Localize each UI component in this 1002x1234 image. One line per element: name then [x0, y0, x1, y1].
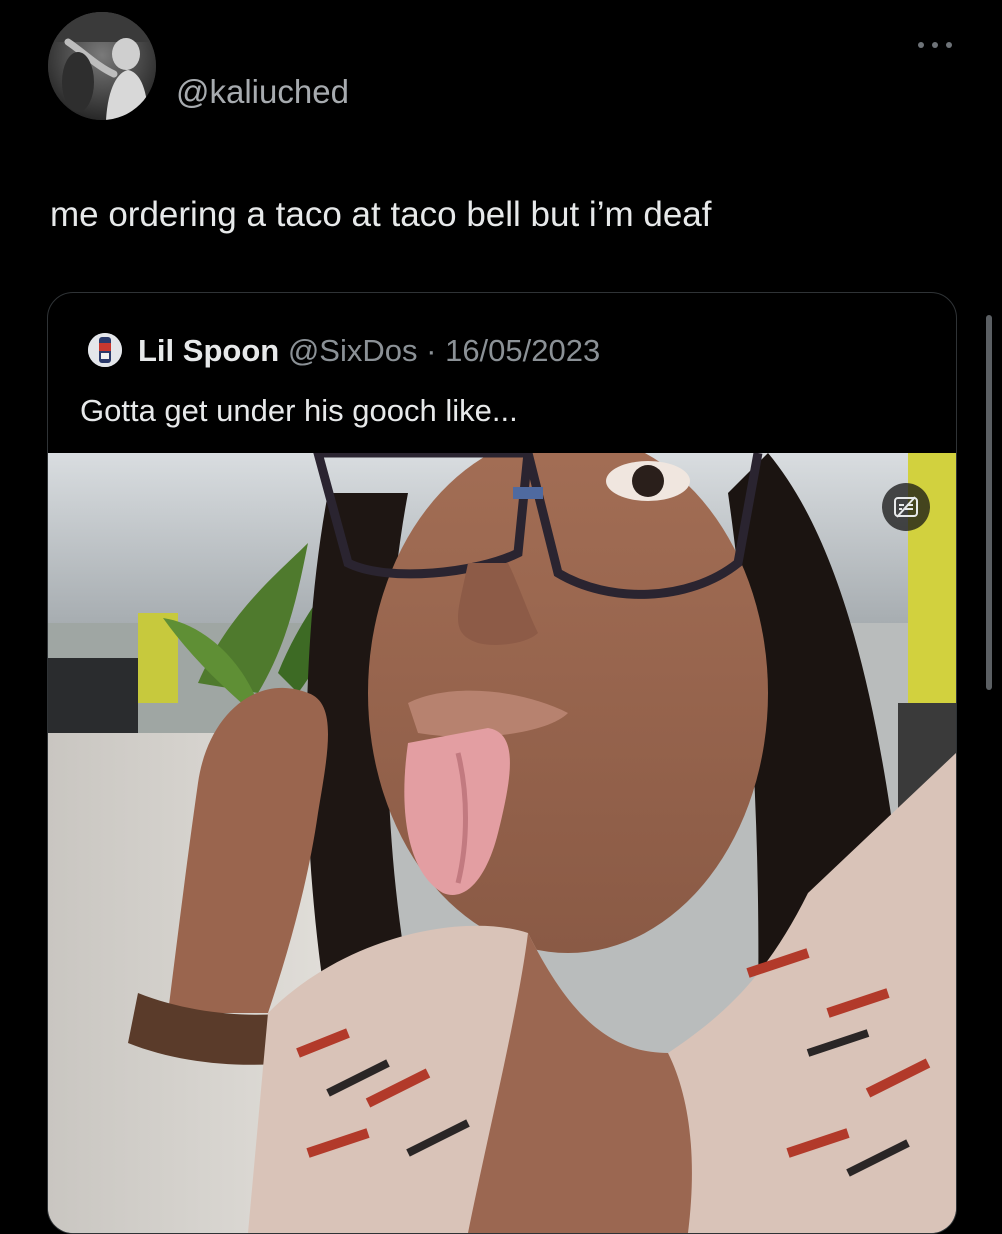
quoted-date[interactable]: 16/05/2023	[445, 333, 600, 368]
more-dot	[946, 42, 952, 48]
meta-separator: ·	[426, 333, 437, 368]
quoted-tweet-card[interactable]: Lil Spoon @SixDos · 16/05/2023 Gotta get…	[47, 292, 957, 1234]
quoted-media-video[interactable]	[48, 453, 956, 1233]
author-avatar-image	[48, 12, 156, 120]
quoted-author-avatar[interactable]	[88, 333, 122, 367]
more-options-icon[interactable]	[918, 40, 952, 50]
tweet-text: me ordering a taco at taco bell but i’m …	[50, 195, 712, 234]
closed-captions-icon[interactable]	[882, 483, 930, 531]
author-handle[interactable]: @kaliuched	[176, 72, 349, 112]
quoted-author-handle[interactable]: @SixDos	[288, 333, 418, 368]
scrollbar-thumb[interactable]	[986, 315, 992, 690]
quoted-avatar-image	[88, 333, 122, 367]
author-avatar[interactable]	[48, 12, 156, 120]
quoted-header: Lil Spoon @SixDos · 16/05/2023	[138, 331, 600, 371]
quoted-author-name[interactable]: Lil Spoon	[138, 333, 279, 368]
more-dot	[932, 42, 938, 48]
more-dot	[918, 42, 924, 48]
video-frame	[48, 453, 956, 1233]
quoted-tweet-text: Gotta get under his gooch like...	[80, 393, 518, 428]
captions-glyph	[894, 496, 918, 518]
